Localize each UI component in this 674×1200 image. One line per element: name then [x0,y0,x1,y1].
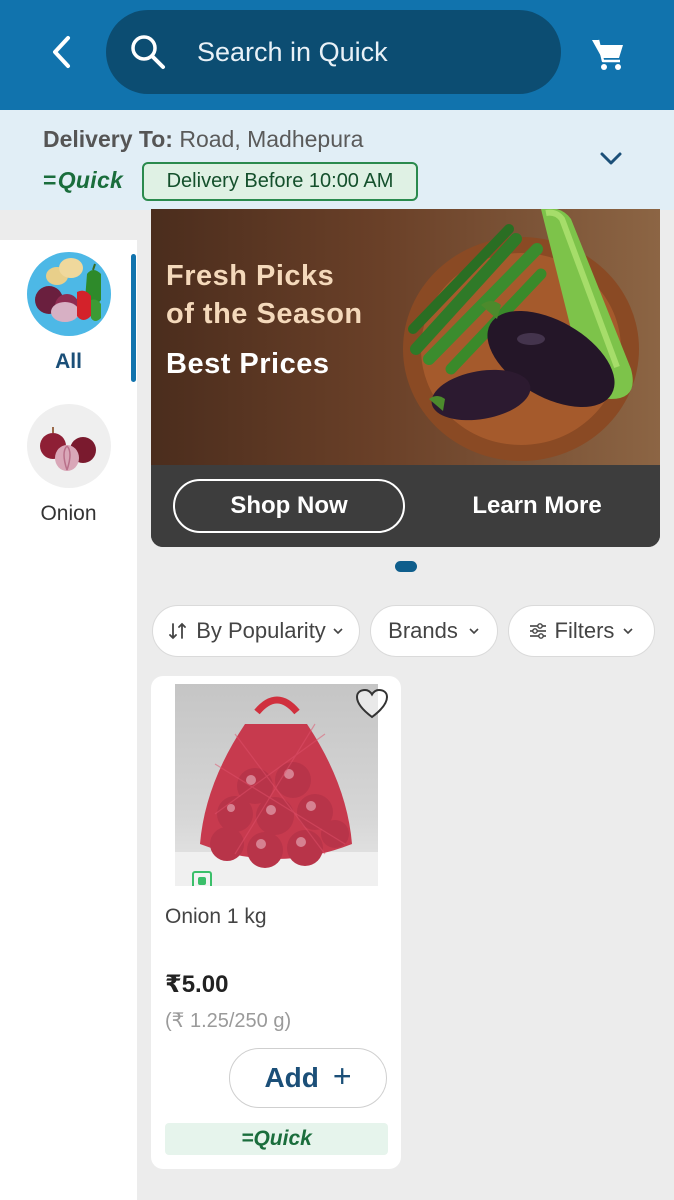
product-price: ₹5.00 [165,971,229,998]
category-image-onion [26,404,111,488]
delivery-label: Delivery To: [43,126,173,152]
product-name: Onion 1 kg [165,905,267,928]
brands-chip[interactable]: Brands [370,605,498,657]
heart-icon[interactable] [355,688,389,720]
banner-subheadline: Best Prices [166,348,330,380]
quick-brand-logo: =Quick [43,167,124,193]
chevron-down-icon [623,628,634,635]
filters-label: Filters [554,618,615,643]
add-to-cart-button[interactable]: Add + [229,1048,387,1108]
banner-image: Fresh Picks of the Season Best Prices [151,209,660,465]
category-item-all[interactable]: All [0,252,137,374]
add-button-label: Add [264,1062,319,1093]
category-label-onion: Onion [40,502,97,525]
shop-now-button[interactable]: Shop Now [173,479,405,533]
quick-delivery-tag: =Quick [165,1123,388,1155]
cart-button[interactable] [585,32,631,76]
quick-brand-text: Quick [57,167,124,193]
banner-headline-line-1: Fresh Picks [166,260,335,292]
back-button[interactable] [40,30,84,74]
sort-by-popularity-chip[interactable]: By Popularity [152,605,360,657]
banner-headline: Fresh Picks of the Season [166,257,363,333]
carousel-indicator-dot[interactable] [395,561,417,572]
search-placeholder: Search in Quick [197,36,388,67]
delivery-location: Road, Madhepura [179,126,364,152]
sort-label: By Popularity [196,618,326,643]
top-app-bar: Search in Quick [0,0,674,110]
chevron-down-icon [333,628,343,635]
quick-tag-text: Quick [253,1127,312,1150]
search-icon [130,33,168,71]
chevron-left-icon [53,36,70,68]
delivery-address: Delivery To: Road, Madhepura [43,126,363,153]
banner-actions: Shop Now Learn More [151,465,660,547]
veg-indicator-icon [192,871,212,886]
brands-label: Brands [388,618,458,643]
chevron-down-icon[interactable] [598,146,624,172]
promo-banner[interactable]: Fresh Picks of the Season Best Prices Sh… [151,209,660,547]
plus-icon: + [332,1057,352,1094]
category-label-all: All [55,350,82,373]
product-unit-price: (₹ 1.25/250 g) [165,1010,292,1032]
quick-tag-logo: =Quick [241,1127,312,1150]
chevron-down-icon [469,628,479,635]
filters-chip[interactable]: Filters [508,605,655,657]
category-item-onion[interactable]: Onion [0,404,137,526]
category-image-all [26,252,111,336]
sort-icon [169,622,187,640]
cart-icon [592,39,623,70]
sliders-icon [529,623,546,639]
banner-headline-line-2: of the Season [166,298,363,330]
product-card[interactable]: Onion 1 kg ₹5.00 (₹ 1.25/250 g) Add + =Q… [151,676,401,1169]
category-sidebar: All Onion [0,240,137,1200]
delivery-info-bar[interactable]: Delivery To: Road, Madhepura =Quick Deli… [0,110,674,210]
search-input[interactable]: Search in Quick [106,10,561,94]
product-image [175,684,378,886]
learn-more-button[interactable]: Learn More [437,479,637,533]
delivery-time-badge: Delivery Before 10:00 AM [142,162,418,201]
